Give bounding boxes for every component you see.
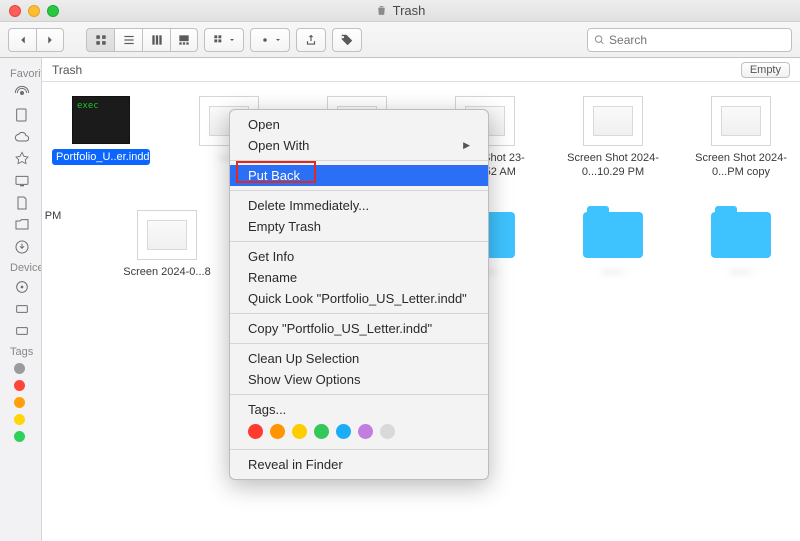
sidebar: Favorites AirDrop All My Files iCloud Dr… — [0, 58, 42, 541]
favorites-header: Favorites — [0, 64, 41, 82]
file-label: Screen Shot 2024-0...10.29 PM — [564, 151, 662, 180]
icon-view-button[interactable] — [86, 28, 114, 52]
menu-get-info[interactable]: Get Info — [230, 246, 488, 267]
file-label: Portfolio_U..er.indd — [52, 149, 150, 165]
sidebar-tag-item[interactable] — [0, 428, 41, 445]
file-item[interactable]: Screen Shot 2024-0...PM copy — [692, 96, 790, 180]
file-thumbnail — [137, 210, 197, 260]
arrange-menu-button[interactable] — [204, 28, 244, 52]
traffic-lights — [0, 5, 59, 17]
sidebar-tag-item[interactable] — [0, 377, 41, 394]
sidebar-tag-item[interactable] — [0, 394, 41, 411]
file-item[interactable]: Screen 2024-0...8 — [118, 210, 216, 279]
menu-reveal-in-finder[interactable]: Reveal in Finder — [230, 454, 488, 475]
folder-icon — [711, 210, 771, 260]
share-button[interactable] — [296, 28, 326, 52]
tag-color-purple[interactable] — [358, 424, 373, 439]
window-titlebar: Trash — [0, 0, 800, 22]
menu-separator — [230, 449, 488, 450]
nav-buttons — [8, 28, 64, 52]
file-label: Screen Shot 2024-0...PM copy — [692, 151, 790, 180]
gallery-view-button[interactable] — [170, 28, 198, 52]
menu-separator — [230, 190, 488, 191]
menu-delete-immediately[interactable]: Delete Immediately... — [230, 195, 488, 216]
column-view-button[interactable] — [142, 28, 170, 52]
menu-empty-trash[interactable]: Empty Trash — [230, 216, 488, 237]
sidebar-item-new-vol[interactable]: NEW VOL... — [0, 298, 41, 320]
close-window-button[interactable] — [9, 5, 21, 17]
file-item[interactable]: PM — [42, 210, 88, 279]
menu-clean-up[interactable]: Clean Up Selection — [230, 348, 488, 369]
annotation-highlight — [236, 161, 316, 183]
file-label: —— — [602, 265, 624, 279]
minimize-window-button[interactable] — [28, 5, 40, 17]
menu-rename[interactable]: Rename — [230, 267, 488, 288]
sidebar-item-downloads[interactable]: Downloads — [0, 236, 41, 258]
sidebar-item-icloud-drive[interactable]: iCloud Drive — [0, 126, 41, 148]
search-input[interactable] — [609, 33, 785, 47]
zoom-window-button[interactable] — [47, 5, 59, 17]
file-label: Screen 2024-0...8 — [123, 265, 210, 279]
sidebar-item-documents[interactable]: Documents — [0, 192, 41, 214]
menu-tag-colors — [230, 420, 488, 445]
tag-color-green[interactable] — [314, 424, 329, 439]
window-title: Trash — [0, 3, 800, 18]
tag-color-blue[interactable] — [336, 424, 351, 439]
action-menu-button[interactable] — [250, 28, 290, 52]
forward-button[interactable] — [36, 28, 64, 52]
menu-show-view-options[interactable]: Show View Options — [230, 369, 488, 390]
list-view-button[interactable] — [114, 28, 142, 52]
menu-quick-look[interactable]: Quick Look "Portfolio_US_Letter.indd" — [230, 288, 488, 309]
sidebar-tag-item[interactable] — [0, 360, 41, 377]
sidebar-item-stellar-photo[interactable]: stellar_photo... — [0, 214, 41, 236]
tags-header: Tags — [0, 342, 41, 360]
path-bar: Trash Empty — [42, 58, 800, 82]
menu-separator — [230, 343, 488, 344]
back-button[interactable] — [8, 28, 36, 52]
folder-item[interactable]: —— — [692, 210, 790, 279]
menu-separator — [230, 241, 488, 242]
folder-item[interactable]: —— — [564, 210, 662, 279]
file-thumbnail — [711, 96, 771, 146]
view-mode-buttons — [86, 28, 198, 52]
sidebar-item-all-my-files[interactable]: All My Files — [0, 104, 41, 126]
sidebar-item-verbatim[interactable]: Verbatim — [0, 320, 41, 342]
path-title: Trash — [52, 63, 82, 77]
empty-trash-button[interactable]: Empty — [741, 62, 790, 78]
tag-color-gray[interactable] — [380, 424, 395, 439]
sidebar-item-airdrop[interactable]: AirDrop — [0, 82, 41, 104]
menu-tags[interactable]: Tags... — [230, 399, 488, 420]
sidebar-item-applications[interactable]: Applications — [0, 148, 41, 170]
tag-color-yellow[interactable] — [292, 424, 307, 439]
tags-button[interactable] — [332, 28, 362, 52]
tag-color-orange[interactable] — [270, 424, 285, 439]
tag-color-red[interactable] — [248, 424, 263, 439]
menu-separator — [230, 394, 488, 395]
search-field[interactable] — [587, 28, 792, 52]
exec-icon — [72, 96, 130, 144]
sidebar-item-remote-disc[interactable]: Remote Disc — [0, 276, 41, 298]
devices-header: Devices — [0, 258, 41, 276]
trash-icon — [375, 4, 388, 17]
menu-open-with[interactable]: Open With — [230, 135, 488, 156]
window-title-text: Trash — [393, 3, 426, 18]
search-icon — [594, 34, 605, 46]
folder-icon — [583, 210, 643, 260]
sidebar-item-desktop[interactable]: Desktop — [0, 170, 41, 192]
menu-copy[interactable]: Copy "Portfolio_US_Letter.indd" — [230, 318, 488, 339]
menu-open[interactable]: Open — [230, 114, 488, 135]
file-label: —— — [730, 265, 752, 279]
file-item[interactable]: Portfolio_U..er.indd — [52, 96, 150, 180]
file-thumbnail — [583, 96, 643, 146]
sidebar-tag-item[interactable] — [0, 411, 41, 428]
file-item[interactable]: Screen Shot 2024-0...10.29 PM — [564, 96, 662, 180]
menu-separator — [230, 313, 488, 314]
toolbar — [0, 22, 800, 58]
